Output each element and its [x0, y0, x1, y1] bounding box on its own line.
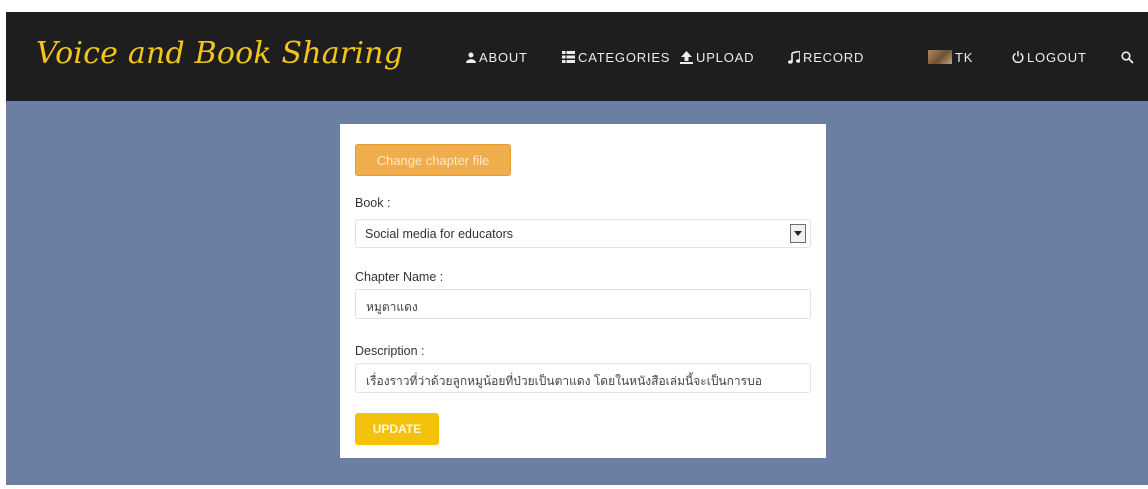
upload-icon [680, 50, 693, 64]
description-label: Description : [355, 344, 425, 358]
chapter-name-label: Chapter Name : [355, 270, 444, 284]
edit-chapter-form: Change chapter file Book : Social media … [340, 124, 826, 458]
nav-categories[interactable]: CATEGORIES [562, 47, 670, 67]
nav-user-label: TK [955, 49, 974, 65]
list-icon [562, 51, 575, 63]
description-input[interactable]: เรื่องราวที่ว่าด้วยลูกหมูน้อยที่ป่วยเป็น… [355, 363, 811, 393]
brand-logo[interactable]: Voice and Book Sharing [36, 36, 403, 71]
chevron-down-icon[interactable] [790, 224, 806, 243]
nav-user[interactable]: TK [928, 47, 973, 67]
update-button[interactable]: UPDATE [355, 413, 439, 445]
change-chapter-file-button[interactable]: Change chapter file [355, 144, 511, 176]
nav-categories-label: CATEGORIES [578, 49, 671, 65]
nav-logout[interactable]: LOGOUT [1012, 47, 1087, 67]
description-value: เรื่องราวที่ว่าด้วยลูกหมูน้อยที่ป่วยเป็น… [366, 374, 762, 388]
music-note-icon [788, 50, 800, 64]
book-label: Book : [355, 196, 391, 210]
nav-record-label: RECORD [803, 49, 865, 65]
nav-upload-label: UPLOAD [696, 49, 755, 65]
avatar [928, 50, 952, 64]
search-button[interactable] [1121, 47, 1134, 67]
page-frame: Voice and Book Sharing ABOUT CATEGORIES … [6, 12, 1148, 485]
nav-about-label: ABOUT [479, 49, 528, 65]
user-icon [466, 52, 476, 63]
navbar: Voice and Book Sharing ABOUT CATEGORIES … [6, 12, 1148, 101]
nav-about[interactable]: ABOUT [466, 47, 528, 67]
search-icon [1121, 50, 1134, 64]
power-icon [1012, 51, 1024, 63]
nav-logout-label: LOGOUT [1027, 49, 1087, 65]
chapter-name-value: หมูตาแดง [366, 300, 418, 314]
book-select[interactable]: Social media for educators [355, 219, 811, 248]
nav-record[interactable]: RECORD [788, 47, 864, 67]
book-select-value: Social media for educators [365, 227, 513, 241]
nav-upload[interactable]: UPLOAD [680, 47, 754, 67]
chapter-name-input[interactable]: หมูตาแดง [355, 289, 811, 319]
